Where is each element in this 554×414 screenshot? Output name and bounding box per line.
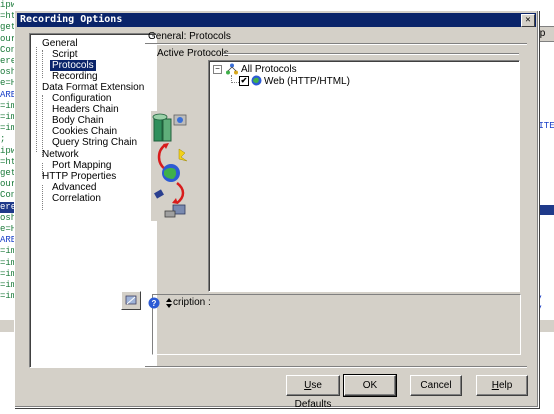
ok-button[interactable]: OK [343,374,397,397]
help-button[interactable]: Help [476,375,528,396]
background-code-line: getF [0,22,14,33]
background-editor-left: ipw_=httgetFourcContereroshoe=HTARES=ima… [0,0,14,330]
all-protocols-item[interactable]: All Protocols [241,64,297,75]
background-code-line: =htt [0,156,14,167]
all-protocols-expander[interactable]: − [213,65,222,74]
background-code-line: ; [0,134,6,145]
tree-item-data-format-extension[interactable]: Data Format Extension [42,82,144,93]
background-code-line: =ima [0,112,14,123]
options-tree[interactable]: General Script Protocols Recording Data … [29,33,157,368]
tree-item-protocols[interactable]: Protocols [50,60,96,71]
background-code-line: ipw_ [0,145,14,156]
description-panel: ? cription : [121,291,521,357]
background-code-line: Cont [0,190,14,201]
description-pane-icon [125,295,137,305]
tree-item-http-properties[interactable]: HTTP Properties [42,171,116,182]
background-code-line: =ima [0,268,14,279]
background-code-line: getF [0,168,14,179]
active-protocols-label: Active Protocols [157,48,229,59]
background-code-line: erer [0,56,14,67]
background-code-line: ipw_ [0,0,14,10]
tree-item-body-chain[interactable]: Body Chain [52,115,104,126]
background-code-line: =ima [0,280,14,291]
tree-item-general[interactable]: General [42,38,78,49]
background-code-line: ourc [0,179,14,190]
background-code-line: =ima [0,291,14,302]
heading-divider [145,43,527,45]
background-code-line: e=HT [0,78,14,89]
tree-item-configuration[interactable]: Configuration [52,93,111,104]
background-code-line: erer [0,201,14,213]
tree-connector [231,82,239,83]
use-defaults-button[interactable]: Use Defaults [286,375,340,410]
web-http-checkbox[interactable]: ✔ [239,76,249,86]
description-label: cription : [173,297,211,308]
tree-connector [42,185,43,210]
web-http-html-item[interactable]: Web (HTTP/HTML) [264,76,350,87]
background-code-line: ourc [0,33,14,44]
tree-connector [36,47,37,152]
dialog-titlebar[interactable]: Recording Options ✕ [17,13,536,27]
tree-connector [42,50,43,78]
background-code-line: =ima [0,246,14,257]
tree-item-cookies-chain[interactable]: Cookies Chain [52,126,117,137]
background-code-line: =ima [0,123,14,134]
panel-heading: General: Protocols [148,31,231,42]
background-code-line: osho [0,67,14,78]
description-toggle-button[interactable] [121,291,141,310]
background-code-line: =htt [0,11,14,22]
tree-item-network[interactable]: Network [42,149,79,160]
network-protocols-icon [226,63,238,75]
close-button[interactable]: ✕ [521,14,535,27]
background-code-line: osho [0,212,14,223]
tree-item-port-mapping[interactable]: Port Mapping [52,160,111,171]
active-protocols-divider [223,53,519,55]
help-label: elp [498,380,513,391]
protocols-tree[interactable]: − All Protocols ✔ Web (HTTP/HTML) [208,60,520,292]
tree-item-correlation[interactable]: Correlation [52,193,101,204]
use-defaults-label: se Defaults [294,380,332,410]
tree-item-query-string-chain[interactable]: Query String Chain [52,137,137,148]
tree-item-script[interactable]: Script [52,49,78,60]
sort-arrows-icon[interactable] [165,297,173,309]
background-code-line: =ima [0,100,14,111]
cancel-button[interactable]: Cancel [410,375,462,396]
protocols-illustration-icon [151,111,191,221]
background-code-line: =ima [0,257,14,268]
dialog-title: Recording Options [20,14,123,25]
tree-connector [42,95,43,157]
globe-icon [251,75,262,86]
background-code-line: Cont [0,44,14,55]
tree-item-headers-chain[interactable]: Headers Chain [52,104,119,115]
background-code-line: ARES [0,89,14,100]
recording-options-dialog: Recording Options ✕ General Script Proto… [14,10,539,410]
background-code-line: ARES [0,235,14,246]
help-hotkey: H [491,380,499,391]
background-code-line: e=HT [0,224,14,235]
tree-item-recording[interactable]: Recording [52,71,98,82]
help-question-icon[interactable]: ? [148,297,160,309]
tree-item-advanced[interactable]: Advanced [52,182,96,193]
svg-text:?: ? [152,299,157,308]
buttons-separator [145,366,527,368]
